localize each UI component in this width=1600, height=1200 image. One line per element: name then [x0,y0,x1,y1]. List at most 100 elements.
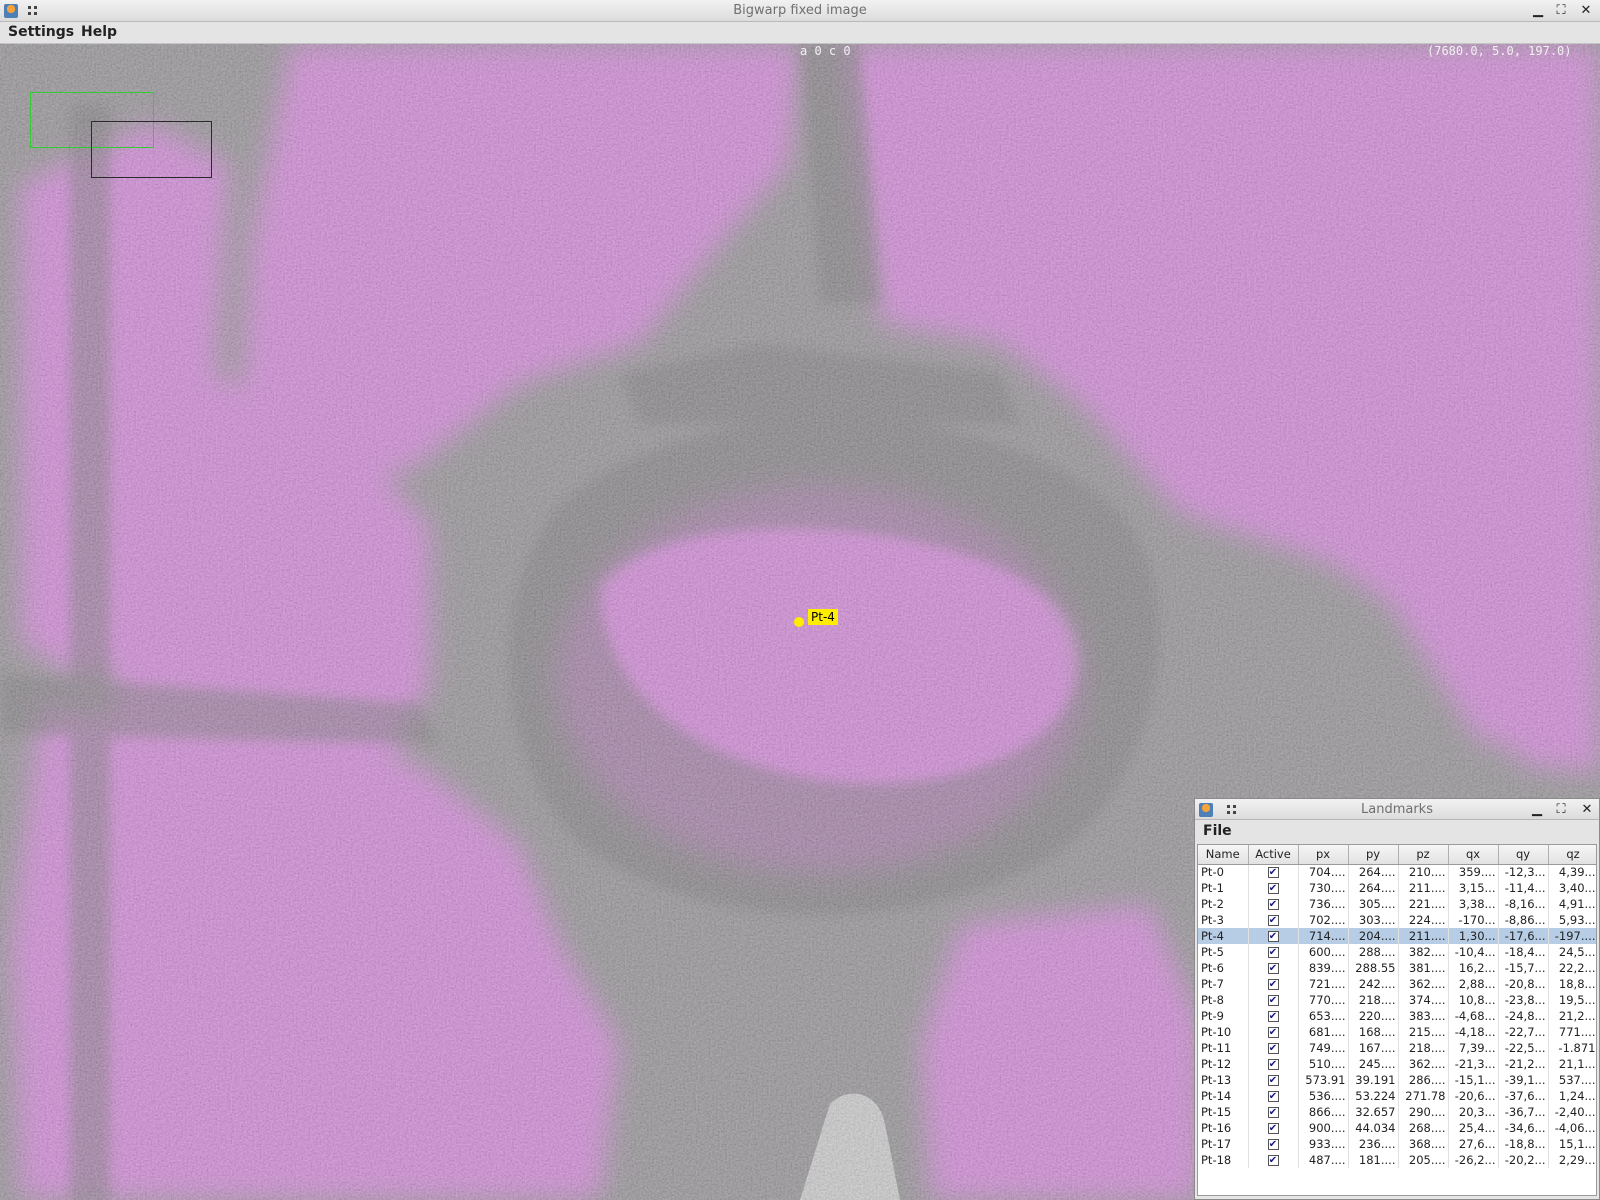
column-header-name[interactable]: Name [1198,845,1249,865]
coord-cell-qy[interactable]: -24,8... [1498,1008,1549,1024]
coord-cell-px[interactable]: 681.... [1298,1024,1349,1040]
coord-cell-pz[interactable]: 211.... [1398,928,1449,944]
coord-cell-py[interactable]: 303.... [1348,912,1399,928]
coord-cell-qz[interactable]: 18,8... [1548,976,1596,992]
table-row[interactable]: Pt-16 ✔ 900.... 44.034 268.... 25,4... -34,6..… [1198,1120,1596,1136]
coord-cell-px[interactable]: 721.... [1298,976,1349,992]
table-row[interactable]: Pt-7 ✔ 721.... 242.... 362.... 2,88... -20,8..… [1198,976,1596,992]
active-checkbox[interactable]: ✔ [1267,1107,1279,1118]
coord-cell-qz[interactable]: 4,91... [1548,896,1596,912]
coord-cell-qy[interactable]: -12,3... [1498,864,1549,880]
landmark-name-cell[interactable]: Pt-5 [1198,944,1249,960]
coord-cell-px[interactable]: 600.... [1298,944,1349,960]
coord-cell-px[interactable]: 900.... [1298,1120,1349,1136]
coord-cell-py[interactable]: 44.034 [1348,1120,1399,1136]
landmark-name-cell[interactable]: Pt-9 [1198,1008,1249,1024]
coord-cell-qx[interactable]: 2,88... [1448,976,1499,992]
coord-cell-pz[interactable]: 218.... [1398,1040,1449,1056]
maximize-icon[interactable]: ⛶ [1553,802,1569,818]
coord-cell-py[interactable]: 242.... [1348,976,1399,992]
active-checkbox[interactable]: ✔ [1267,915,1279,926]
coord-cell-py[interactable]: 181.... [1348,1152,1399,1168]
landmarks-titlebar[interactable]: Landmarks ▁ ⛶ ✕ [1195,799,1599,820]
landmark-name-cell[interactable]: Pt-6 [1198,960,1249,976]
table-row[interactable]: Pt-15 ✔ 866.... 32.657 290.... 20,3... -36,7..… [1198,1104,1596,1120]
coord-cell-qx[interactable]: -15,1... [1448,1072,1499,1088]
coord-cell-pz[interactable]: 205.... [1398,1152,1449,1168]
coord-cell-qz[interactable]: 1,24... [1548,1088,1596,1104]
coord-cell-py[interactable]: 288.... [1348,944,1399,960]
active-checkbox[interactable]: ✔ [1267,1075,1279,1086]
coord-cell-qz[interactable]: -4,06... [1548,1120,1596,1136]
landmark-name-cell[interactable]: Pt-7 [1198,976,1249,992]
coord-cell-qy[interactable]: -17,6... [1498,928,1549,944]
coord-cell-qy[interactable]: -8,86... [1498,912,1549,928]
coord-cell-pz[interactable]: 268.... [1398,1120,1449,1136]
coord-cell-qy[interactable]: -22,7... [1498,1024,1549,1040]
coord-cell-px[interactable]: 714.... [1298,928,1349,944]
coord-cell-qz[interactable]: 21,2... [1548,1008,1596,1024]
coord-cell-qz[interactable]: -197.... [1548,928,1596,944]
coord-cell-pz[interactable]: 210.... [1398,864,1449,880]
coord-cell-qx[interactable]: 3,38... [1448,896,1499,912]
table-row[interactable]: Pt-8 ✔ 770.... 218.... 374.... 10,8... -23,8..… [1198,992,1596,1008]
minimize-icon[interactable]: ▁ [1529,802,1545,818]
table-row[interactable]: Pt-5 ✔ 600.... 288.... 382.... -10,4... -18,4.… [1198,944,1596,960]
coord-cell-px[interactable]: 730.... [1298,880,1349,896]
coord-cell-qx[interactable]: 27,6... [1448,1136,1499,1152]
landmark-name-cell[interactable]: Pt-4 [1198,928,1249,944]
active-checkbox[interactable]: ✔ [1267,963,1279,974]
landmark-name-cell[interactable]: Pt-3 [1198,912,1249,928]
coord-cell-py[interactable]: 204.... [1348,928,1399,944]
table-row[interactable]: Pt-1 ✔ 730.... 264.... 211.... 3,15... -11,4..… [1198,880,1596,896]
coord-cell-py[interactable]: 218.... [1348,992,1399,1008]
coord-cell-qx[interactable]: 10,8... [1448,992,1499,1008]
coord-cell-qx[interactable]: -26,2... [1448,1152,1499,1168]
coord-cell-qx[interactable]: -4,18... [1448,1024,1499,1040]
landmark-name-cell[interactable]: Pt-10 [1198,1024,1249,1040]
coord-cell-pz[interactable]: 362.... [1398,1056,1449,1072]
coord-cell-qx[interactable]: -20,6... [1448,1088,1499,1104]
coord-cell-qz[interactable]: 4,39... [1548,864,1596,880]
coord-cell-pz[interactable]: 215.... [1398,1024,1449,1040]
coord-cell-qz[interactable]: 24,5... [1548,944,1596,960]
table-row[interactable]: Pt-13 ✔ 573.91 39.191 286.... -15,1... -39,1..… [1198,1072,1596,1088]
coord-cell-pz[interactable]: 221.... [1398,896,1449,912]
active-checkbox[interactable]: ✔ [1267,899,1279,910]
landmarks-table-container[interactable]: Name Active px py pz qx qy qz Pt-0 ✔ 704.... 264..… [1197,844,1597,1196]
landmark-name-cell[interactable]: Pt-17 [1198,1136,1249,1152]
coord-cell-py[interactable]: 236.... [1348,1136,1399,1152]
active-checkbox[interactable]: ✔ [1267,1123,1279,1134]
coord-cell-qz[interactable]: 2,29... [1548,1152,1596,1168]
coord-cell-py[interactable]: 168.... [1348,1024,1399,1040]
active-checkbox[interactable]: ✔ [1267,931,1279,942]
table-row[interactable]: Pt-17 ✔ 933.... 236.... 368.... 27,6... -18,8.… [1198,1136,1596,1152]
coord-cell-qy[interactable]: -36,7... [1498,1104,1549,1120]
table-row[interactable]: Pt-10 ✔ 681.... 168.... 215.... -4,18... -22,7… [1198,1024,1596,1040]
coord-cell-pz[interactable]: 271.78 [1398,1088,1449,1104]
coord-cell-qz[interactable]: -1.871 [1548,1040,1596,1056]
coord-cell-qy[interactable]: -34,6... [1498,1120,1549,1136]
coord-cell-qx[interactable]: 7,39... [1448,1040,1499,1056]
coord-cell-py[interactable]: 220.... [1348,1008,1399,1024]
coord-cell-pz[interactable]: 211.... [1398,880,1449,896]
coord-cell-pz[interactable]: 362.... [1398,976,1449,992]
coord-cell-pz[interactable]: 382.... [1398,944,1449,960]
table-row[interactable]: Pt-12 ✔ 510.... 245.... 362.... -21,3... -21,2… [1198,1056,1596,1072]
landmark-name-cell[interactable]: Pt-14 [1198,1088,1249,1104]
table-row[interactable]: Pt-6 ✔ 839.... 288.55 381.... 16,2... -15,7...… [1198,960,1596,976]
coord-cell-pz[interactable]: 368.... [1398,1136,1449,1152]
coord-cell-qy[interactable]: -37,6... [1498,1088,1549,1104]
coord-cell-qz[interactable]: 5,93... [1548,912,1596,928]
coord-cell-qx[interactable]: 20,3... [1448,1104,1499,1120]
menu-settings[interactable]: Settings [8,24,74,40]
coord-cell-qx[interactable]: 359.... [1448,864,1499,880]
landmark-point-marker[interactable] [794,617,804,627]
coord-cell-qy[interactable]: -18,4... [1498,944,1549,960]
active-checkbox[interactable]: ✔ [1267,1091,1279,1102]
landmark-label[interactable]: Pt-4 [808,609,838,625]
coord-cell-py[interactable]: 288.55 [1348,960,1399,976]
active-checkbox[interactable]: ✔ [1267,995,1279,1006]
active-checkbox[interactable]: ✔ [1267,883,1279,894]
active-checkbox[interactable]: ✔ [1267,979,1279,990]
